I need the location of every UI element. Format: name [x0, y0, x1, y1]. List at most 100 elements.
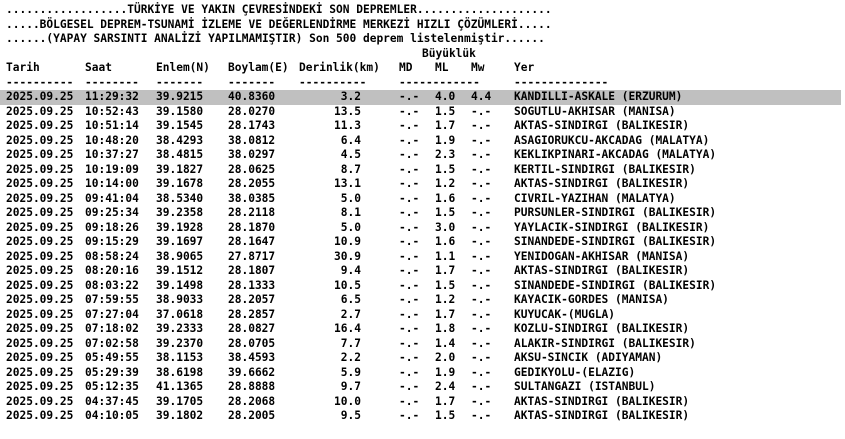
cell-tarih: 2025.09.25: [6, 278, 74, 292]
cell-saat: 05:29:39: [85, 365, 139, 379]
cell-derinlik: 5.0: [340, 191, 361, 205]
separator-derinlik: ----------: [299, 75, 367, 89]
cell-mw: -.-: [471, 220, 492, 234]
cell-tarih: 2025.09.25: [6, 162, 74, 176]
cell-ml: 1.5: [435, 409, 456, 422]
cell-mw: -.-: [471, 235, 492, 248]
cell-mw: -.-: [471, 191, 492, 205]
cell-enlem: 41.1365: [156, 380, 204, 393]
cell-ml: 2.3: [435, 148, 456, 161]
cell-mw: -.-: [471, 133, 492, 147]
cell-md: -.-: [399, 307, 420, 321]
cell-derinlik: 7.7: [340, 336, 361, 350]
cell-md: -.-: [399, 133, 420, 147]
cell-derinlik: 5.9: [340, 365, 361, 379]
cell-tarih: 2025.09.25: [6, 380, 74, 393]
cell-yer: SINANDEDE-SINDIRGI (BALIKESIR): [514, 235, 717, 248]
table-row[interactable]: 2025.09.25 10:19:09 39.1827 28.0625 8.7 -.- 1.…: [6, 163, 841, 178]
cell-tarih: 2025.09.25: [6, 235, 74, 248]
cell-md: -.-: [399, 206, 420, 219]
cell-yer: SOGUTLU-AKHISAR (MANISA): [514, 104, 676, 118]
cell-enlem: 39.1545: [156, 119, 204, 132]
table-row[interactable]: 2025.09.25 05:29:39 38.6198 39.6662 5.9 -.- 1.…: [6, 366, 841, 381]
cell-mw: -.-: [471, 177, 492, 190]
cell-md: -.-: [399, 235, 420, 248]
cell-mw: -.-: [471, 365, 492, 379]
cell-derinlik: 8.1: [340, 206, 361, 219]
cell-yer: SULTANGAZI (ISTANBUL): [514, 380, 656, 393]
cell-yer: YENIDOGAN-AKHISAR (MANISA): [514, 249, 690, 263]
cell-boylam: 27.8717: [228, 249, 276, 263]
cell-ml: 1.6: [435, 191, 456, 205]
table-row[interactable]: 2025.09.25 09:15:29 39.1697 28.1647 10.9 -.- 1…: [6, 235, 841, 250]
table-row[interactable]: 2025.09.25 07:18:02 39.2333 28.0827 16.4 -.- 1…: [6, 322, 841, 337]
header-mw: Mw: [471, 61, 485, 74]
cell-boylam: 28.1807: [228, 264, 276, 277]
cell-tarih: 2025.09.25: [6, 220, 74, 234]
table-row[interactable]: 2025.09.25 04:10:05 39.1802 28.2005 9.5 -.- 1.…: [6, 409, 841, 424]
cell-derinlik: 5.0: [340, 220, 361, 234]
cell-md: -.-: [399, 249, 420, 263]
cell-boylam: 38.4593: [228, 351, 276, 364]
cell-derinlik: 2.7: [340, 307, 361, 321]
cell-mw: 4.4: [471, 90, 492, 103]
cell-yer: AKTAS-SINDIRGI (BALIKESIR): [514, 177, 690, 190]
cell-mw: -.-: [471, 206, 492, 219]
cell-enlem: 39.1827: [156, 162, 204, 176]
cell-boylam: 28.2118: [228, 206, 276, 219]
cell-enlem: 39.1678: [156, 177, 204, 190]
table-row[interactable]: 2025.09.25 10:14:00 39.1678 28.2055 13.1 -.- 1…: [6, 177, 841, 192]
cell-yer: SINANDEDE-SINDIRGI (BALIKESIR): [514, 278, 717, 292]
cell-ml: 1.7: [435, 119, 456, 132]
cell-derinlik: 13.5: [334, 104, 361, 118]
table-row[interactable]: 2025.09.25 10:48:20 38.4293 38.0812 6.4 -.- 1.…: [6, 134, 841, 149]
table-row[interactable]: 2025.09.25 07:02:58 39.2370 28.0705 7.7 -.- 1.…: [6, 337, 841, 352]
table-row[interactable]: 2025.09.25 08:58:24 38.9065 27.8717 30.9 -.- 1…: [6, 250, 841, 265]
table-row[interactable]: 2025.09.25 09:18:26 39.1928 28.1870 5.0 -.- 3.…: [6, 221, 841, 236]
cell-tarih: 2025.09.25: [6, 249, 74, 263]
cell-boylam: 28.2057: [228, 293, 276, 306]
table-row[interactable]: 2025.09.25 07:27:04 37.0618 28.2857 2.7 -.- 1.…: [6, 308, 841, 323]
cell-ml: 1.7: [435, 264, 456, 277]
cell-md: -.-: [399, 177, 420, 190]
earthquake-rows: 2025.09.25 11:29:32 39.9215 40.8360 3.2 -.- 4.…: [0, 90, 841, 424]
cell-ml: 1.5: [435, 206, 456, 219]
table-row[interactable]: 2025.09.25 04:37:45 39.1705 28.2068 10.0 -.- 1…: [6, 395, 841, 410]
table-row[interactable]: 2025.09.25 05:49:55 38.1153 38.4593 2.2 -.- 2.…: [6, 351, 841, 366]
cell-yer: YAYLACIK-SINDIRGI (BALIKESIR): [514, 220, 710, 234]
table-row[interactable]: 2025.09.25 10:51:14 39.1545 28.1743 11.3 -.- 1…: [6, 119, 841, 134]
cell-yer: AKSU-SINCIK (ADIYAMAN): [514, 351, 663, 364]
cell-md: -.-: [399, 380, 420, 393]
banner-line-3: ......(YAPAY SARSINTI ANALİZİ YAPILMAMIŞ…: [6, 32, 545, 45]
cell-ml: 1.6: [435, 235, 456, 248]
cell-saat: 10:37:27: [85, 148, 139, 161]
cell-md: -.-: [399, 278, 420, 292]
cell-ml: 1.9: [435, 133, 456, 147]
cell-mw: -.-: [471, 278, 492, 292]
table-row[interactable]: 2025.09.25 09:25:34 39.2358 28.2118 8.1 -.- 1.…: [6, 206, 841, 221]
cell-boylam: 28.0827: [228, 322, 276, 335]
cell-enlem: 39.1928: [156, 220, 204, 234]
cell-ml: 1.4: [435, 336, 456, 350]
cell-boylam: 38.0385: [228, 191, 276, 205]
table-row[interactable]: 2025.09.25 10:52:43 39.1580 28.0270 13.5 -.- 1…: [6, 105, 841, 120]
table-row[interactable]: 2025.09.25 08:03:22 39.1498 28.1333 10.5 -.- 1…: [6, 279, 841, 294]
cell-saat: 09:41:04: [85, 191, 139, 205]
cell-ml: 1.7: [435, 307, 456, 321]
table-row[interactable]: 2025.09.25 07:59:55 38.9033 28.2057 6.5 -.- 1.…: [6, 293, 841, 308]
cell-ml: 2.0: [435, 351, 456, 364]
cell-tarih: 2025.09.25: [6, 322, 74, 335]
cell-tarih: 2025.09.25: [6, 264, 74, 277]
cell-md: -.-: [399, 336, 420, 350]
table-row[interactable]: 2025.09.25 05:12:35 41.1365 28.8888 9.7 -.- 2.…: [6, 380, 841, 395]
cell-md: -.-: [399, 365, 420, 379]
cell-derinlik: 6.5: [340, 293, 361, 306]
table-row[interactable]: 2025.09.25 08:20:16 39.1512 28.1807 9.4 -.- 1.…: [6, 264, 841, 279]
table-row[interactable]: 2025.09.25 10:37:27 38.4815 38.0297 4.5 -.- 2.…: [6, 148, 841, 163]
table-row[interactable]: 2025.09.25 11:29:32 39.9215 40.8360 3.2 -.- 4.…: [0, 90, 841, 105]
cell-derinlik: 9.5: [340, 409, 361, 422]
cell-tarih: 2025.09.25: [6, 104, 74, 118]
cell-enlem: 39.1498: [156, 278, 204, 292]
cell-ml: 1.5: [435, 162, 456, 176]
table-row[interactable]: 2025.09.25 09:41:04 38.5340 38.0385 5.0 -.- 1.…: [6, 192, 841, 207]
